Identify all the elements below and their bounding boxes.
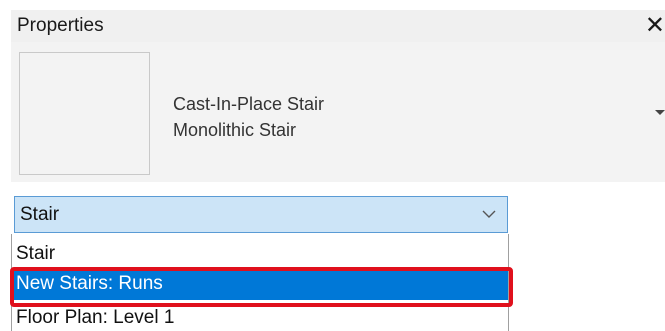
- properties-panel: Properties ✕ Cast-In-Place Stair Monolit…: [0, 0, 665, 331]
- close-icon[interactable]: ✕: [641, 10, 665, 42]
- type-family-name: Cast-In-Place Stair: [173, 94, 325, 114]
- caret-down-icon[interactable]: [655, 110, 665, 115]
- filter-option-new-stairs-runs[interactable]: New Stairs: Runs: [12, 270, 508, 300]
- instance-filter-list: Stair New Stairs: Runs Floor Plan: Level…: [11, 234, 509, 331]
- instance-filter-dropdown[interactable]: Stair: [14, 196, 508, 233]
- instance-filter-value: Stair: [20, 204, 60, 225]
- properties-title-bar: Properties ✕: [11, 10, 665, 42]
- chevron-down-icon[interactable]: [481, 207, 497, 221]
- filter-option-floor-plan-level-1[interactable]: Floor Plan: Level 1: [12, 304, 508, 331]
- filter-option-stair[interactable]: Stair: [12, 240, 508, 270]
- type-selector[interactable]: Cast-In-Place Stair Monolithic Stair: [11, 42, 665, 182]
- panel-title: Properties: [17, 15, 104, 36]
- type-name: Monolithic Stair: [173, 120, 297, 140]
- type-preview-image: [19, 52, 150, 175]
